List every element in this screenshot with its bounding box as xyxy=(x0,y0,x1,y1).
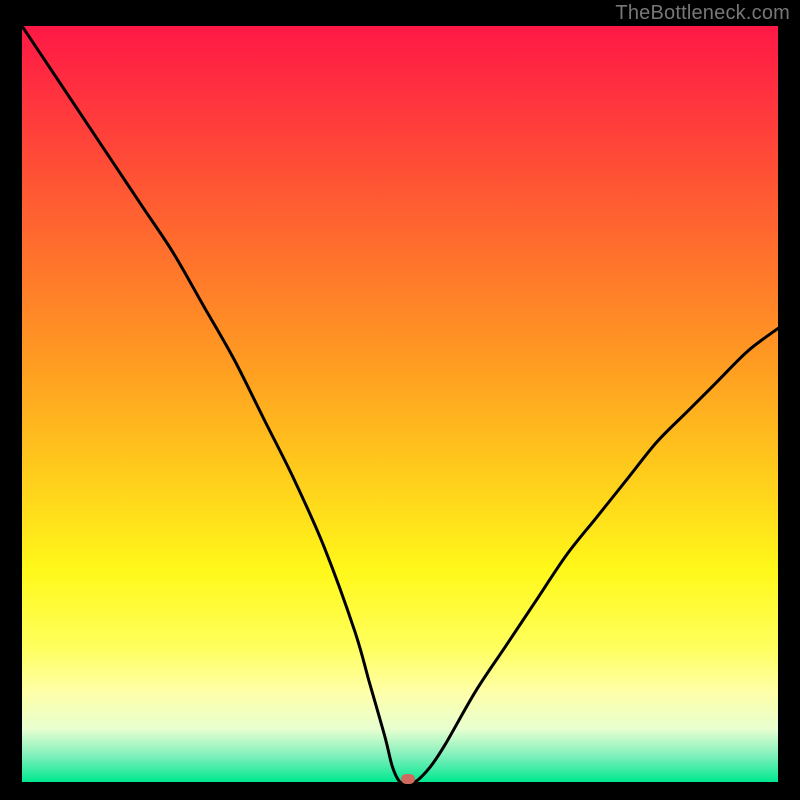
plot-area xyxy=(22,26,778,782)
chart-svg xyxy=(22,26,778,782)
gradient-background xyxy=(22,26,778,782)
optimal-point-marker xyxy=(401,774,415,784)
watermark-text: TheBottleneck.com xyxy=(615,2,790,25)
chart-frame: TheBottleneck.com xyxy=(0,0,800,800)
